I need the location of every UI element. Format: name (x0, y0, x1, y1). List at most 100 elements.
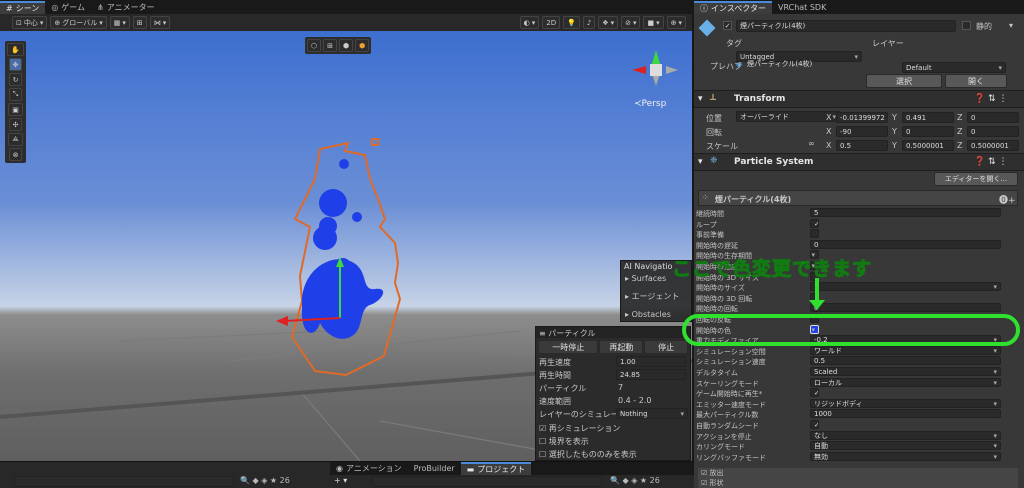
tab-animation[interactable]: ◉ アニメーション (330, 462, 408, 475)
component-menu-icons[interactable]: ❓ ⇅ ⋮ (974, 157, 1007, 167)
move-tool-icon[interactable]: ✥ (8, 58, 23, 71)
particle-row-value[interactable]: ✓ (810, 420, 819, 429)
particle-row-value[interactable]: 5 (810, 208, 1001, 217)
tab-inspector[interactable]: ⓘ インスペクター (694, 1, 772, 14)
open-prefab-button[interactable]: 開く (945, 74, 1007, 88)
particle-row-value[interactable]: ローカル (810, 377, 1001, 387)
transform-tool-icon[interactable]: ✣ (8, 118, 23, 131)
increment-toggle[interactable]: ⋈ ▾ (149, 16, 171, 29)
particle-row-value[interactable] (810, 229, 819, 239)
scene-view[interactable]: # シーン ◎ ゲーム ⋔ アニメーター ⊡ 中心 ▾ ⊕ グローバル ▾ ▦ ▾ ⊞ ⋈ ▾ ◐… (0, 0, 692, 488)
tab-probuilder[interactable]: ProBuilder (408, 462, 461, 475)
particle-panel-title: ≡ パーティクル (536, 327, 690, 338)
particle-row-label: カリングモード (696, 443, 745, 452)
tab-project[interactable]: ▬ プロジェクト (460, 462, 532, 475)
probuilder-tool-icon[interactable]: ⊗ (8, 148, 23, 161)
gizmos-dropdown[interactable]: ⊕ ▾ (666, 16, 686, 29)
open-editor-button[interactable]: エディターを開く... (934, 172, 1018, 186)
rotation-y-field[interactable]: 0 (902, 126, 954, 137)
particle-row: ループ ✓ (694, 218, 1012, 230)
particle-row: 開始時の遅延 0 (694, 239, 1012, 251)
add-button[interactable]: + ▾ (334, 476, 347, 485)
pause-button[interactable]: 一時停止 (538, 340, 599, 354)
visibility-toggle[interactable]: ⊘ ▾ (621, 16, 641, 29)
show-selected-only-checkbox[interactable]: ☐ 選択したもののみを表示 (536, 448, 690, 461)
tab-animator[interactable]: ⋔ アニメーター (91, 1, 161, 14)
particle-row-value[interactable]: ✓ (810, 388, 819, 398)
particle-row-value[interactable]: 0 (810, 239, 1001, 249)
scale-x-field[interactable]: 0.5 (836, 140, 888, 151)
override-dropdown[interactable]: オーバーライド (736, 111, 840, 122)
active-checkbox[interactable]: ✓ (723, 21, 732, 30)
scale-tool-icon[interactable]: ⤡ (8, 88, 23, 101)
particle-row-value[interactable]: 0.5 (810, 356, 1001, 366)
restart-button[interactable]: 再起動 (599, 340, 644, 354)
pos-x-axis-label: X (826, 113, 832, 122)
prefab-name-field[interactable]: 煙パーティクル(4枚) (744, 59, 1006, 70)
effects-icon: ❖ (602, 18, 609, 27)
particle-system-header[interactable]: ▾ ❈ Particle System ❓ ⇅ ⋮ (694, 153, 1024, 171)
ai-nav-item-agent[interactable]: ▸ エージェント (621, 285, 691, 304)
orientation-gizmo[interactable] (626, 42, 686, 98)
particle-row-label: リングバッファモード (696, 453, 766, 462)
custom-tool-icon[interactable]: ⟁ (8, 133, 23, 146)
rotate-tool-icon[interactable]: ↻ (8, 73, 23, 86)
particle-row-value[interactable]: 無効 (810, 451, 1001, 461)
submodule-emission[interactable]: ☑ 放出 (698, 468, 1018, 478)
object-name-field[interactable]: 煙パーティクル(4枚) (736, 20, 956, 32)
module-header[interactable]: ⁘ 煙パーティクル(4枚) ⓿+ (698, 190, 1018, 206)
play-speed-field[interactable]: 1.00 (616, 356, 686, 367)
snap-toggle[interactable]: ⊞ (132, 16, 147, 29)
particle-row-value[interactable]: ✓ (810, 218, 819, 228)
component-menu-icons[interactable]: ❓ ⇅ ⋮ (974, 94, 1007, 104)
play-time-field[interactable]: 24.85 (616, 369, 686, 380)
draw-mode-dropdown[interactable]: ◐ ▾ (519, 16, 540, 29)
tab-vrchat-sdk[interactable]: VRChat SDK (772, 1, 832, 14)
show-bounds-checkbox[interactable]: ☐ 境界を表示 (536, 435, 690, 448)
help-plus-icon[interactable]: ⓿+ (999, 193, 1016, 206)
hand-tool-icon[interactable]: ✋ (7, 43, 24, 56)
wireframe-icon[interactable]: ⬡ (307, 39, 322, 52)
sim-layer-dropdown[interactable]: Nothing (616, 408, 688, 419)
grid-toggle[interactable]: ▦ ▾ (109, 16, 130, 29)
tab-game[interactable]: ◎ ゲーム (45, 1, 91, 14)
scale-z-field[interactable]: 0.5000001 (967, 140, 1019, 151)
position-x-field[interactable]: -0.01399972 (836, 112, 888, 123)
console-search-input[interactable] (14, 476, 234, 487)
persp-label[interactable]: ≺Persp (634, 99, 666, 109)
rect-icon[interactable]: ⊞ (323, 39, 337, 52)
static-checkbox[interactable] (962, 21, 971, 30)
tab-scene[interactable]: # シーン (0, 1, 46, 14)
particle-row-value[interactable]: リジッドボディ (810, 398, 1001, 408)
console-bar: 🔍 ◆ ◈ ★ 26 (0, 461, 330, 488)
speed-range-value: 0.4 - 2.0 (618, 396, 652, 405)
project-search-input[interactable] (372, 476, 602, 487)
expand-icon: ▾ (698, 157, 703, 167)
camera-dropdown[interactable]: ■ ▾ (643, 16, 664, 29)
position-y-field[interactable]: 0.491 (902, 112, 954, 123)
constrain-scale-icon[interactable]: ∞ (808, 139, 815, 148)
select-prefab-button[interactable]: 選択 (866, 74, 942, 88)
lighting-toggle[interactable]: 💡 (563, 16, 580, 29)
particle-row-value[interactable]: Scaled (810, 367, 1001, 376)
particle-row-value[interactable]: 1 (810, 282, 1001, 292)
scale-y-field[interactable]: 0.5000001 (902, 140, 954, 151)
submodule-shape[interactable]: ☑ 形状 (698, 478, 1018, 488)
audio-toggle[interactable]: ♪ (582, 16, 596, 29)
resimulate-checkbox[interactable]: ☑ 再シミュレーション (536, 422, 690, 435)
position-z-field[interactable]: 0 (967, 112, 1019, 123)
rotation-z-field[interactable]: 0 (967, 126, 1019, 137)
static-dropdown-arrow[interactable]: ▾ (1009, 21, 1013, 30)
particle-row-value[interactable]: なし (810, 430, 1001, 440)
orange-cube-icon[interactable]: ⬢ (355, 39, 370, 52)
transform-header[interactable]: ▾ ⟂ Transform ❓ ⇅ ⋮ (694, 90, 1024, 108)
particle-row-value[interactable]: 自動 (810, 441, 1001, 451)
mode-2d-toggle[interactable]: 2D (542, 16, 561, 29)
cube-icon[interactable]: ⬢ (339, 39, 354, 52)
particle-row-value[interactable]: 1000 (810, 409, 1001, 419)
rotation-x-field[interactable]: -90 (836, 126, 888, 137)
pivot-dropdown[interactable]: ⊡ 中心 ▾ (12, 16, 48, 29)
space-dropdown[interactable]: ⊕ グローバル ▾ (50, 16, 107, 29)
effects-dropdown[interactable]: ❖ ▾ (598, 16, 619, 29)
rect-tool-icon[interactable]: ▣ (8, 103, 23, 116)
